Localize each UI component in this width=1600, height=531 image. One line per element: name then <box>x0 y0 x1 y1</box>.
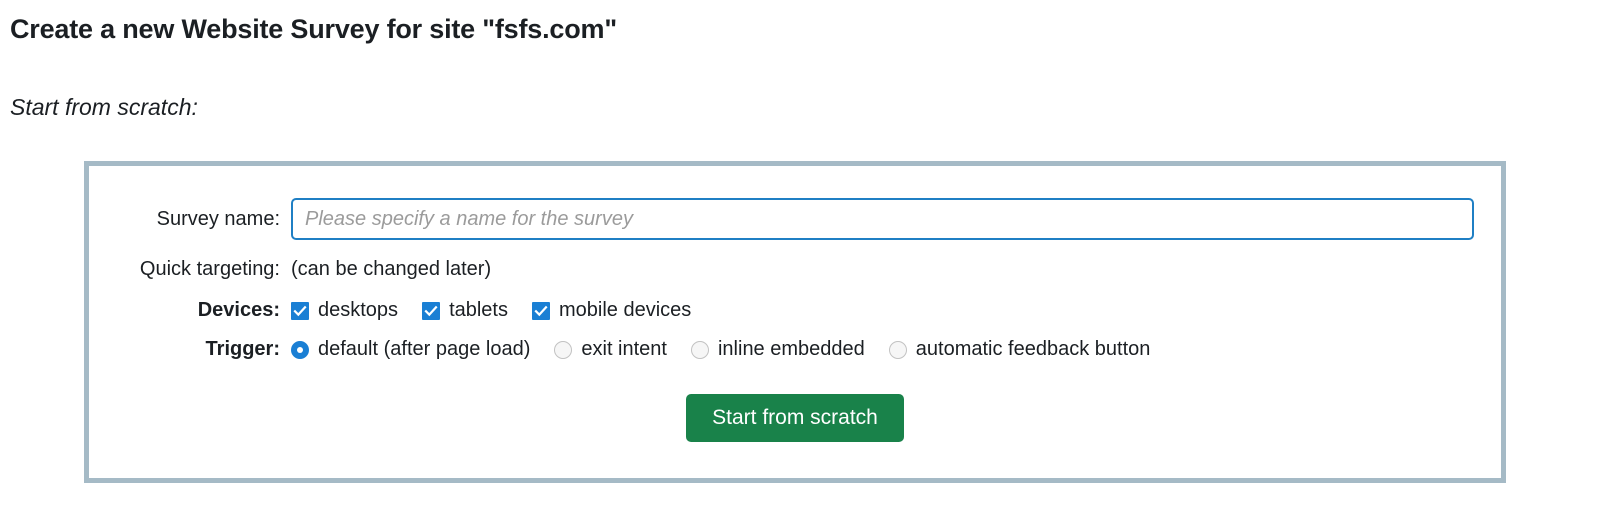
radio-default[interactable] <box>291 340 309 359</box>
checkbox-mobile-devices[interactable] <box>532 301 550 320</box>
check-icon <box>534 305 548 316</box>
survey-name-row: Survey name: <box>89 198 1501 240</box>
devices-label: Devices: <box>197 299 280 321</box>
section-subtitle: Start from scratch: <box>10 94 198 120</box>
device-option-tablets[interactable]: tablets <box>422 299 508 322</box>
devices-row: Devices: desktops tablets mobile devices <box>89 299 692 322</box>
create-survey-panel: Survey name: Quick targeting: (can be ch… <box>84 161 1506 483</box>
start-from-scratch-button[interactable]: Start from scratch <box>686 394 904 442</box>
checkbox-tablets[interactable] <box>422 301 441 320</box>
trigger-option-label-automatic-feedback-button: automatic feedback button <box>915 338 1151 360</box>
trigger-option-default[interactable]: default (after page load) <box>291 338 530 361</box>
trigger-option-label-inline-embedded: inline embedded <box>717 338 865 360</box>
quick-targeting-row: Quick targeting: (can be changed later) <box>89 258 491 281</box>
trigger-label: Trigger: <box>205 338 280 360</box>
survey-name-input[interactable] <box>291 198 1474 240</box>
quick-targeting-hint: (can be changed later) <box>291 258 492 280</box>
trigger-option-exit-intent[interactable]: exit intent <box>554 338 667 361</box>
device-option-label-mobile-devices: mobile devices <box>559 299 692 321</box>
check-icon <box>424 305 438 316</box>
radio-inline-embedded[interactable] <box>690 340 709 359</box>
device-option-label-desktops: desktops <box>318 299 399 321</box>
trigger-option-label-exit-intent: exit intent <box>581 338 667 360</box>
page-title: Create a new Website Survey for site "fs… <box>10 14 617 44</box>
survey-name-label: Survey name: <box>156 207 280 230</box>
devices-option-group: desktops tablets mobile devices <box>291 299 691 322</box>
submit-row: Start from scratch <box>89 394 1501 442</box>
trigger-option-group: default (after page load) exit intent in… <box>291 338 1150 361</box>
trigger-option-automatic-feedback-button[interactable]: automatic feedback button <box>888 338 1151 361</box>
device-option-mobile-devices[interactable]: mobile devices <box>532 299 691 322</box>
trigger-option-inline-embedded[interactable]: inline embedded <box>690 338 865 361</box>
device-option-desktops[interactable]: desktops <box>291 299 398 322</box>
trigger-option-label-default: default (after page load) <box>318 338 531 360</box>
checkbox-desktops[interactable] <box>291 301 309 320</box>
quick-targeting-label: Quick targeting: <box>139 258 280 280</box>
check-icon <box>293 305 307 316</box>
trigger-row: Trigger: default (after page load) exit … <box>89 338 1151 361</box>
device-option-label-tablets: tablets <box>449 299 508 321</box>
radio-exit-intent[interactable] <box>554 340 573 359</box>
radio-automatic-feedback-button[interactable] <box>888 340 907 359</box>
